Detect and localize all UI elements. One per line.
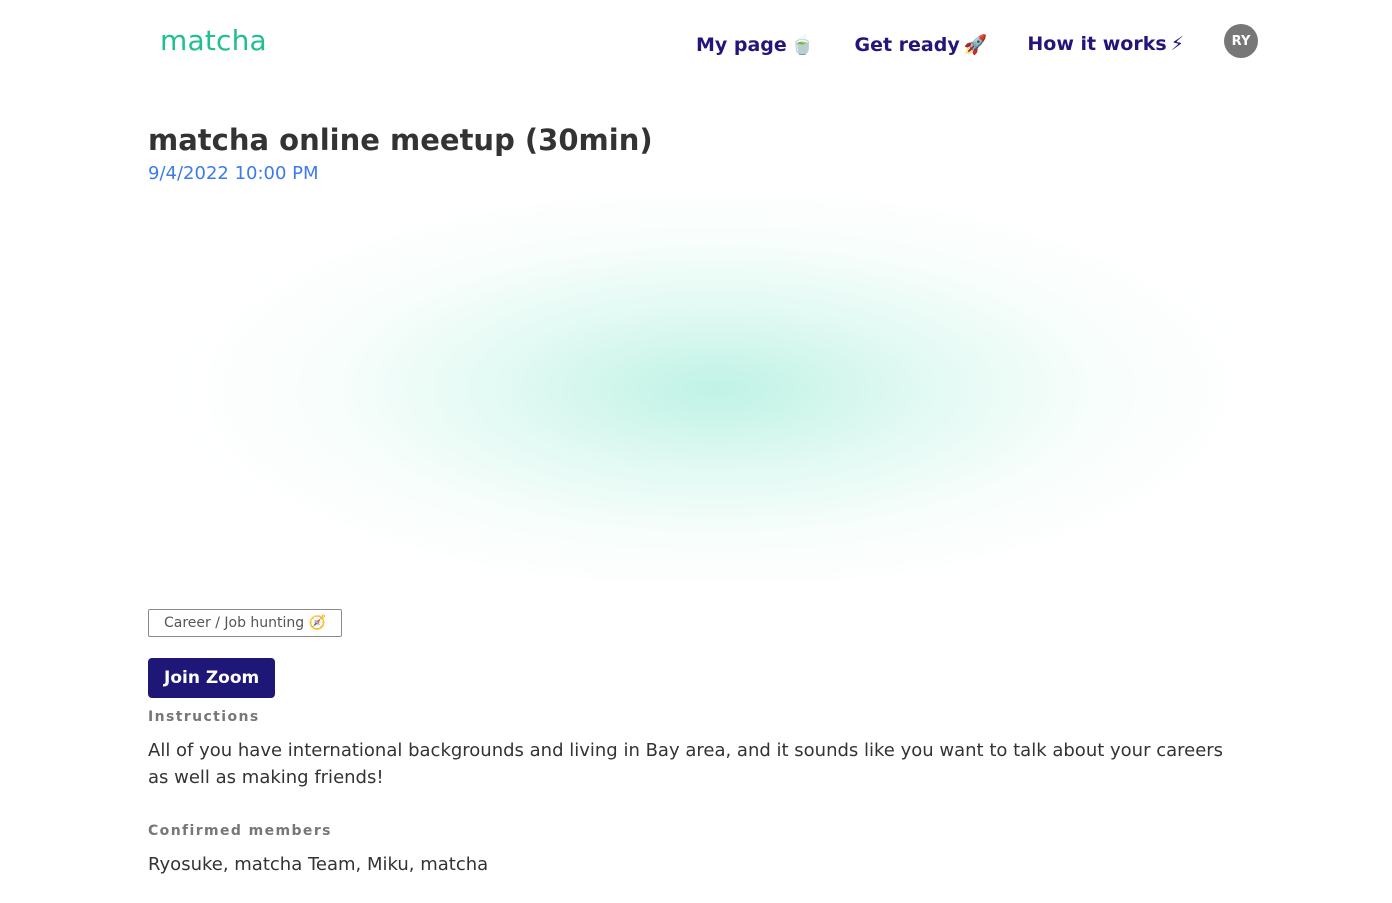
nav-get-ready-label: Get ready — [854, 33, 960, 56]
event-hero-image — [148, 197, 1240, 581]
nav-how-it-works-label: How it works — [1027, 33, 1167, 55]
join-zoom-button[interactable]: Join Zoom — [148, 658, 276, 698]
top-nav: My page 🍵 Get ready 🚀 How it works ⚡ RY — [696, 24, 1258, 58]
confirmed-members-label: Confirmed members — [148, 823, 332, 839]
nav-how-it-works[interactable]: How it works ⚡ — [1027, 33, 1184, 55]
nav-get-ready[interactable]: Get ready 🚀 — [854, 33, 987, 56]
category-tag[interactable]: Career / Job hunting 🧭 — [148, 609, 343, 637]
event-detail: matcha online meetup (30min) 9/4/2022 10… — [148, 120, 1240, 878]
instructions-label: Instructions — [148, 709, 260, 725]
matcha-logo[interactable]: matcha — [160, 24, 267, 57]
tea-icon: 🍵 — [790, 33, 815, 56]
event-title: matcha online meetup (30min) — [148, 123, 653, 157]
join-button-wrapper: Join Zoom — [148, 658, 1240, 698]
user-avatar[interactable]: RY — [1224, 24, 1258, 58]
confirmed-members-list: Ryosuke, matcha Team, Miku, matcha — [148, 854, 489, 875]
lightning-icon: ⚡ — [1170, 33, 1184, 55]
rocket-icon: 🚀 — [963, 33, 988, 56]
nav-my-page-label: My page — [695, 33, 787, 56]
nav-my-page[interactable]: My page 🍵 — [696, 33, 815, 56]
event-datetime: 9/4/2022 10:00 PM — [148, 163, 319, 184]
header: matcha My page 🍵 Get ready 🚀 How it works ⚡… — [0, 0, 1392, 84]
instructions-text: All of you have international background… — [148, 740, 1224, 788]
